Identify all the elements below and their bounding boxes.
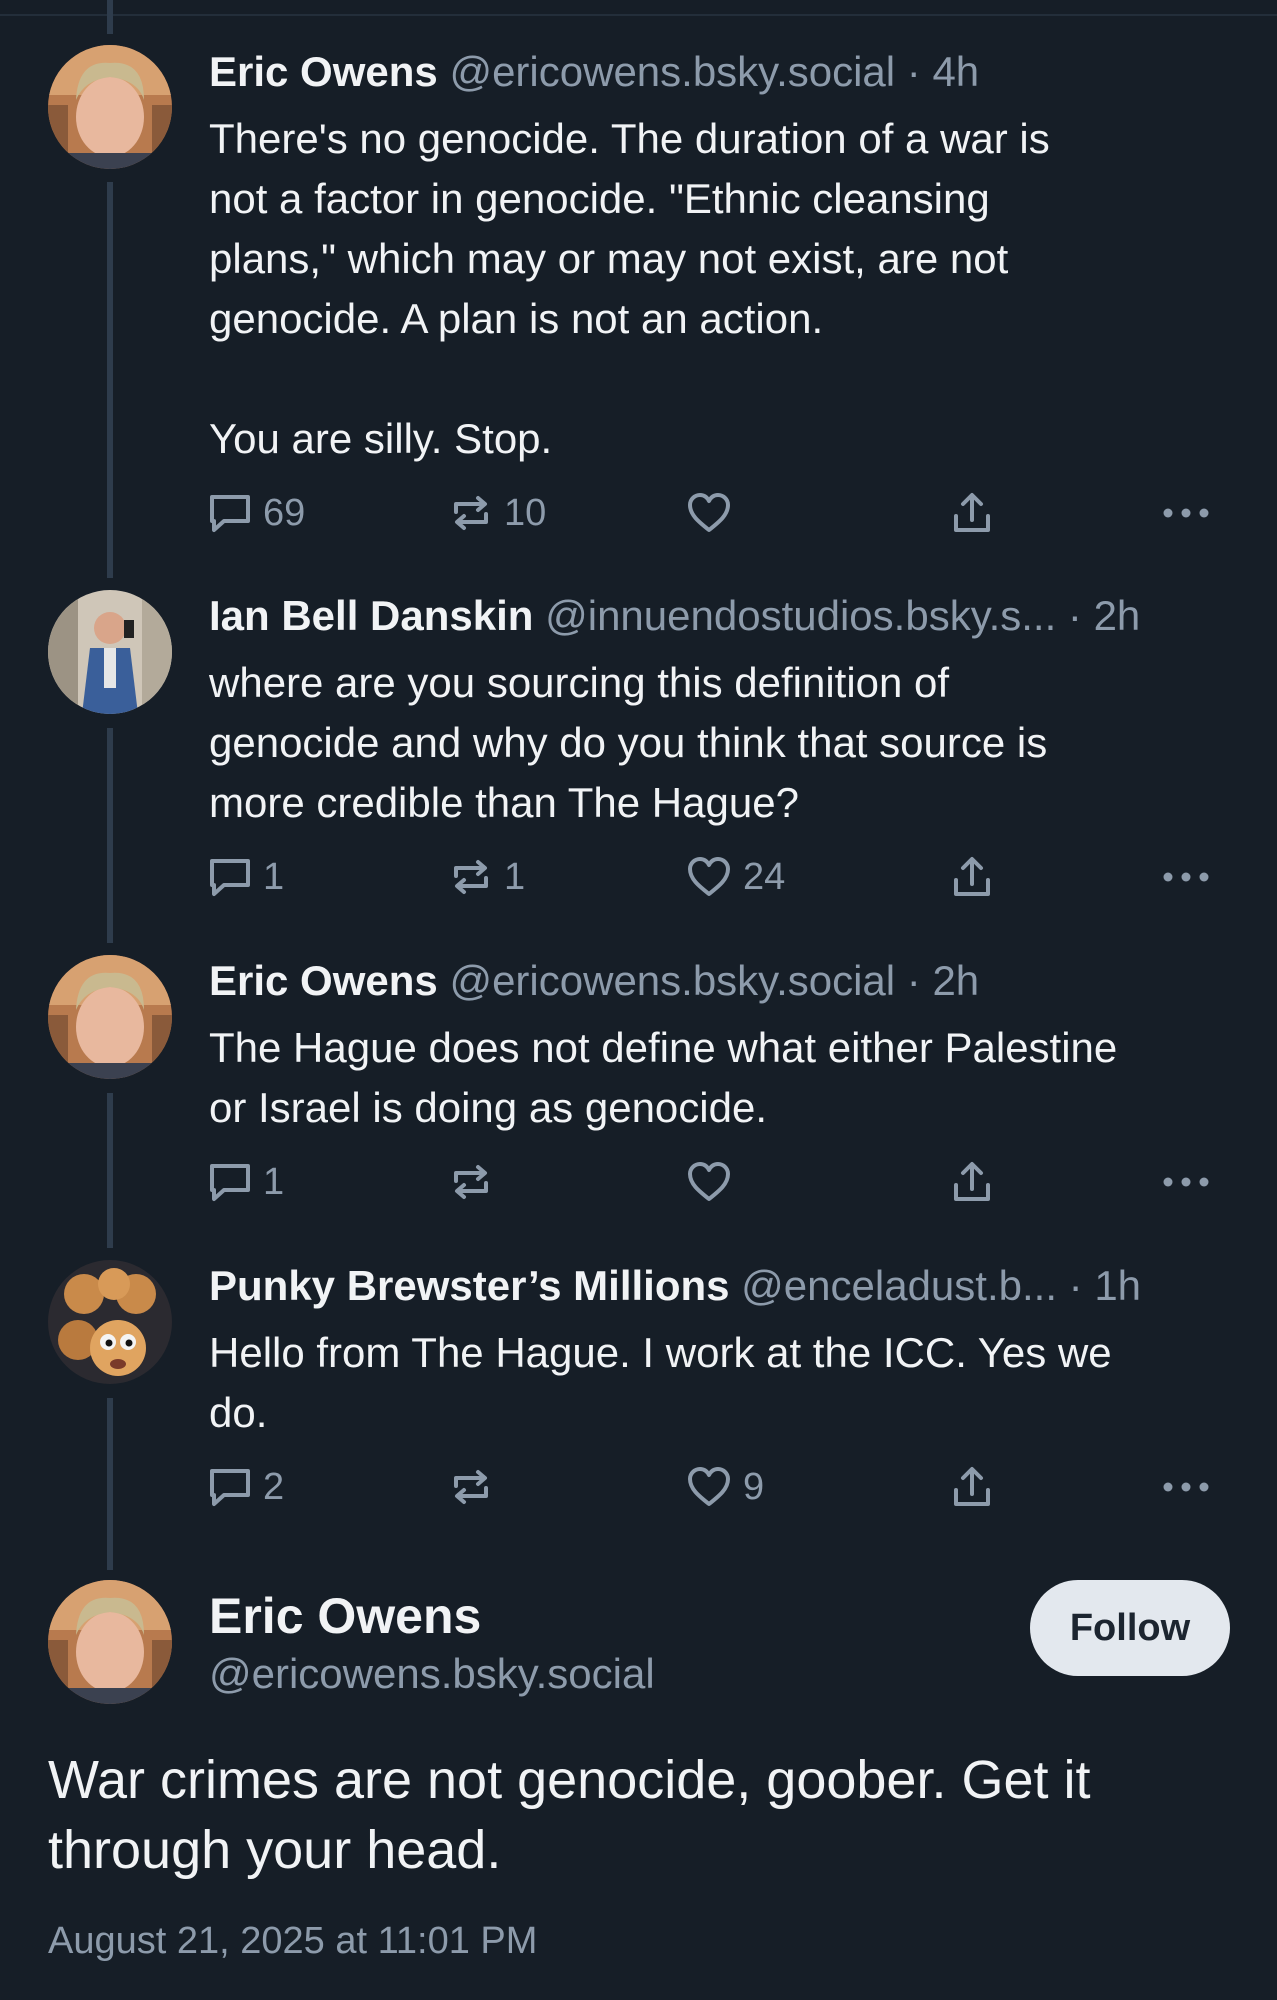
- reply-button[interactable]: 69: [207, 488, 305, 538]
- reply-bubble-icon: [210, 859, 250, 896]
- reply-button[interactable]: 2: [207, 1462, 284, 1512]
- avatar[interactable]: [48, 955, 172, 1079]
- author-name[interactable]: Eric Owens: [209, 957, 438, 1004]
- post-text: Hello from The Hague. I work at the ICC.…: [209, 1329, 1112, 1436]
- repost-arrows-icon: [454, 496, 488, 530]
- like-button[interactable]: 9: [685, 1462, 764, 1512]
- post-text: The Hague does not define what either Pa…: [209, 1024, 1118, 1131]
- post-text: There's no genocide. The duration of a w…: [209, 115, 1050, 462]
- reply-bubble-icon: [210, 1164, 250, 1201]
- more-options-button[interactable]: [1162, 852, 1210, 902]
- like-count: 24: [743, 855, 786, 898]
- repost-arrows-icon: [454, 1470, 488, 1504]
- more-dots-icon: [1163, 1177, 1209, 1187]
- repost-button[interactable]: [448, 1157, 504, 1207]
- post-header: Ian Bell Danskin @innuendostudios.bsky.s…: [209, 592, 1229, 640]
- share-upload-icon: [954, 493, 990, 532]
- avatar[interactable]: [48, 1260, 172, 1384]
- share-button[interactable]: [949, 852, 995, 902]
- author-handle[interactable]: @ericowens.bsky.social: [449, 48, 895, 95]
- repost-button[interactable]: 10: [448, 488, 546, 538]
- author-name[interactable]: Punky Brewster’s Millions: [209, 1262, 730, 1309]
- more-options-button[interactable]: [1162, 488, 1210, 538]
- reply-bubble-icon: [210, 1469, 250, 1506]
- reply-count: 1: [263, 1160, 285, 1203]
- repost-count: 10: [504, 491, 547, 534]
- like-button[interactable]: [685, 488, 743, 538]
- post-time: · 4h: [895, 48, 980, 95]
- repost-arrows-icon: [454, 860, 488, 894]
- more-options-button[interactable]: [1162, 1157, 1210, 1207]
- avatar[interactable]: [48, 590, 172, 714]
- reply-post[interactable]: Eric Owens @ericowens.bsky.social · 4h T…: [0, 0, 1277, 580]
- share-button[interactable]: [949, 488, 995, 538]
- share-upload-icon: [954, 1467, 990, 1506]
- post-actions: 2 9: [207, 1462, 1237, 1512]
- follow-button[interactable]: Follow: [1030, 1580, 1230, 1676]
- heart-icon: [688, 1467, 730, 1506]
- author-name[interactable]: Ian Bell Danskin: [209, 592, 533, 639]
- post-actions: 1: [207, 1157, 1237, 1207]
- heart-icon: [688, 857, 730, 896]
- reply-post[interactable]: Eric Owens @ericowens.bsky.social · 2h T…: [0, 945, 1277, 1255]
- main-post-text: War crimes are not genocide, goober. Get…: [48, 1750, 1091, 1880]
- main-post-timestamp: August 21, 2025 at 11:01 PM: [48, 1920, 538, 1962]
- like-button[interactable]: [685, 1157, 743, 1207]
- more-dots-icon: [1163, 872, 1209, 882]
- main-post-avatar[interactable]: [48, 1580, 172, 1704]
- heart-icon: [688, 493, 730, 532]
- post-time: · 2h: [1056, 592, 1141, 639]
- repost-count: 1: [504, 855, 526, 898]
- author-handle[interactable]: @ericowens.bsky.social: [449, 957, 895, 1004]
- post-time: · 1h: [1057, 1262, 1142, 1309]
- author-handle[interactable]: @innuendostudios.bsky.s...: [545, 592, 1056, 639]
- reply-count: 69: [263, 491, 306, 534]
- post-header: Eric Owens @ericowens.bsky.social · 4h: [209, 48, 1229, 96]
- post-text: where are you sourcing this definition o…: [209, 659, 1048, 826]
- post-actions: 1 1 24: [207, 852, 1237, 902]
- main-post-author-name[interactable]: Eric Owens: [209, 1587, 481, 1645]
- share-button[interactable]: [949, 1157, 995, 1207]
- reply-button[interactable]: 1: [207, 1157, 284, 1207]
- more-options-button[interactable]: [1162, 1462, 1210, 1512]
- more-dots-icon: [1163, 1482, 1209, 1492]
- share-upload-icon: [954, 857, 990, 896]
- reply-count: 2: [263, 1465, 285, 1508]
- reply-post[interactable]: Ian Bell Danskin @innuendostudios.bsky.s…: [0, 580, 1277, 945]
- repost-button[interactable]: [448, 1462, 504, 1512]
- post-time: · 2h: [895, 957, 980, 1004]
- reply-bubble-icon: [210, 495, 250, 532]
- post-actions: 69 10: [207, 488, 1237, 538]
- author-handle[interactable]: @enceladust.b...: [741, 1262, 1057, 1309]
- share-button[interactable]: [949, 1462, 995, 1512]
- like-button[interactable]: 24: [685, 852, 785, 902]
- author-name[interactable]: Eric Owens: [209, 48, 438, 95]
- reply-button[interactable]: 1: [207, 852, 284, 902]
- repost-arrows-icon: [454, 1165, 488, 1199]
- share-upload-icon: [954, 1162, 990, 1201]
- post-header: Eric Owens @ericowens.bsky.social · 2h: [209, 957, 1229, 1005]
- avatar[interactable]: [48, 45, 172, 169]
- repost-button[interactable]: 1: [448, 852, 525, 902]
- post-header: Punky Brewster’s Millions @enceladust.b.…: [209, 1262, 1229, 1310]
- main-post-author-handle[interactable]: @ericowens.bsky.social: [209, 1650, 655, 1698]
- reply-post[interactable]: Punky Brewster’s Millions @enceladust.b.…: [0, 1255, 1277, 1555]
- like-count: 9: [743, 1465, 765, 1508]
- more-dots-icon: [1163, 508, 1209, 518]
- reply-count: 1: [263, 855, 285, 898]
- heart-icon: [688, 1162, 730, 1201]
